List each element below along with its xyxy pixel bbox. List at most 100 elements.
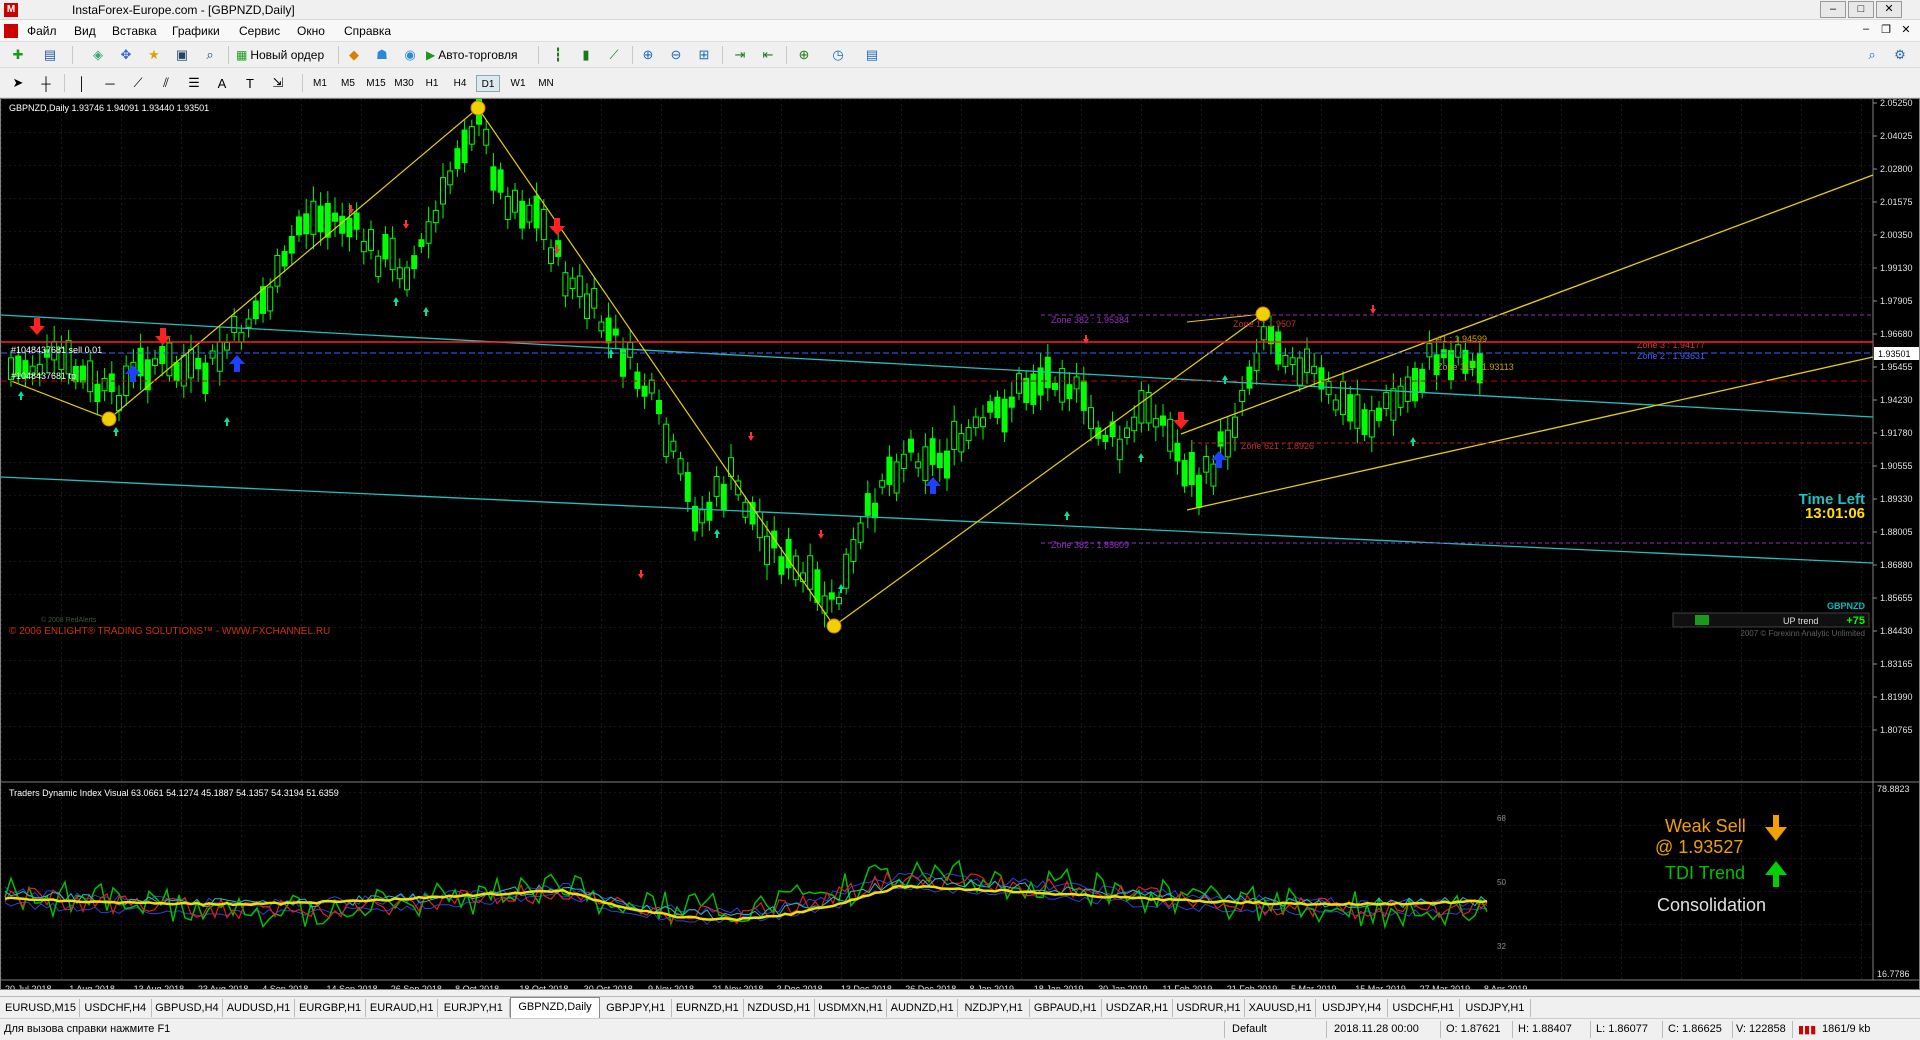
chart-tab[interactable]: XAUUSD,H1 <box>1245 999 1317 1017</box>
candle-body <box>440 177 446 205</box>
zone-label-2: Zone 2 : 1.93631 <box>1637 351 1705 361</box>
candle-body <box>893 461 900 494</box>
zoom-out-icon[interactable]: ⊖ <box>666 46 686 64</box>
timeframe-m1[interactable]: M1 <box>308 75 332 92</box>
timeframe-mn[interactable]: MN <box>534 75 558 92</box>
chart-tab[interactable]: USDJPY,H1 <box>1460 999 1532 1017</box>
timeframe-w1[interactable]: W1 <box>506 75 530 92</box>
line-chart-icon[interactable]: ⟋ <box>604 46 624 64</box>
settings-icon[interactable]: ⚙ <box>1890 46 1910 64</box>
chart-window[interactable]: GBPNZD,Daily 1.93746 1.94091 1.93440 1.9… <box>0 86 1920 994</box>
up-trend-label: UP trend <box>1783 616 1818 626</box>
terminal-icon[interactable]: ▣ <box>172 46 192 64</box>
search-icon[interactable]: ⌕ <box>1862 46 1882 64</box>
menu-view[interactable]: Вид <box>74 24 96 38</box>
candle-body <box>310 200 317 235</box>
indicators-icon[interactable]: ⊕ <box>794 46 814 64</box>
candle-body <box>864 493 871 516</box>
consolidation-label: Consolidation <box>1657 895 1766 915</box>
fibonacci-icon[interactable]: ☰ <box>184 74 204 92</box>
chart-tab[interactable]: GBPNZD,Daily <box>509 997 601 1018</box>
zoom-in-icon[interactable]: ⊕ <box>638 46 658 64</box>
timeframe-h4[interactable]: H4 <box>448 75 472 92</box>
date-tick: 5 Mar 2019 <box>1291 984 1337 989</box>
chart-tab[interactable]: USDJPY,H4 <box>1316 999 1388 1017</box>
timeframe-h1[interactable]: H1 <box>420 75 444 92</box>
horizontal-line-icon[interactable]: ─ <box>100 74 120 92</box>
chart-tab[interactable]: EURAUD,H1 <box>366 999 438 1017</box>
text-label-icon[interactable]: T <box>240 74 260 92</box>
bar-chart-icon[interactable]: ┇ <box>548 46 568 64</box>
auto-trading-button[interactable]: ▶ Авто-торговля <box>426 46 534 64</box>
chart-tab[interactable]: NZDUSD,H1 <box>744 999 816 1017</box>
chart-tab[interactable]: EURNZD,H1 <box>672 999 744 1017</box>
price-chart[interactable]: GBPNZD,Daily 1.93746 1.94091 1.93440 1.9… <box>0 86 1919 994</box>
chart-tab[interactable]: GBPUSD,H4 <box>152 999 224 1017</box>
profiles-icon[interactable]: ▤ <box>40 46 60 64</box>
chart-tab[interactable]: EURUSD,M15 <box>2 999 80 1017</box>
chart-tab[interactable]: GBPJPY,H1 <box>600 999 672 1017</box>
signals-icon[interactable]: ◉ <box>400 46 420 64</box>
chart-tab[interactable]: EURGBP,H1 <box>295 999 367 1017</box>
chart-tab[interactable]: EURJPY,H1 <box>438 999 510 1017</box>
data-window-icon[interactable]: ✥ <box>116 46 136 64</box>
strategy-tester-icon[interactable]: ⌕ <box>200 46 220 64</box>
candle-body <box>360 240 367 253</box>
chart-tab[interactable]: AUDUSD,H1 <box>223 999 295 1017</box>
chart-tab[interactable]: USDRUR,H1 <box>1173 999 1245 1017</box>
mdi-restore-button[interactable]: ❐ <box>1878 23 1894 38</box>
tile-windows-icon[interactable]: ⊞ <box>694 46 714 64</box>
mdi-close-button[interactable]: ✕ <box>1898 23 1914 38</box>
chart-tab[interactable]: NZDJPY,H1 <box>958 999 1030 1017</box>
menu-tools[interactable]: Сервис <box>239 24 280 38</box>
price-tick: 2.02800 <box>1880 164 1913 174</box>
chart-tab[interactable]: USDMXN,H1 <box>815 999 887 1017</box>
candle-body <box>742 501 749 518</box>
timeframe-m30[interactable]: M30 <box>392 75 416 92</box>
candle-body <box>879 480 886 488</box>
timeframe-d1[interactable]: D1 <box>476 75 500 92</box>
vertical-line-icon[interactable]: │ <box>72 74 92 92</box>
menu-bar: Файл Вид Вставка Графики Сервис Окно Спр… <box>0 20 1920 42</box>
new-order-button[interactable]: ▦ Новый ордер <box>236 46 334 64</box>
close-button[interactable]: ✕ <box>1876 1 1902 18</box>
periods-icon[interactable]: ◷ <box>828 46 848 64</box>
mdi-minimize-button[interactable]: – <box>1858 23 1874 38</box>
channel-icon[interactable]: ⫽ <box>156 74 176 92</box>
candle-body <box>1196 474 1202 508</box>
cursor-icon[interactable]: ➤ <box>8 74 28 92</box>
trendline-icon[interactable]: ⟋ <box>128 74 148 92</box>
metaeditor-icon[interactable]: ◆ <box>344 46 364 64</box>
menu-insert[interactable]: Вставка <box>112 24 157 38</box>
timeframe-m5[interactable]: M5 <box>336 75 360 92</box>
status-profile: Default <box>1232 1023 1267 1035</box>
maximize-button[interactable]: □ <box>1848 1 1874 18</box>
candlestick-icon[interactable]: ▮ <box>576 46 596 64</box>
timeframe-m15[interactable]: M15 <box>364 75 388 92</box>
chart-tab[interactable]: AUDNZD,H1 <box>887 999 959 1017</box>
new-chart-icon[interactable]: ✚ <box>8 46 28 64</box>
chart-tab[interactable]: USDCHF,H4 <box>80 999 152 1017</box>
market-watch-icon[interactable]: ◈ <box>88 46 108 64</box>
chart-tab[interactable]: USDZAR,H1 <box>1102 999 1174 1017</box>
menu-charts[interactable]: Графики <box>172 24 220 38</box>
price-tick: 1.97905 <box>1880 296 1913 306</box>
text-icon[interactable]: A <box>212 74 232 92</box>
community-icon[interactable]: ☗ <box>372 46 392 64</box>
candle-body <box>1138 390 1145 424</box>
minimize-button[interactable]: – <box>1820 1 1846 18</box>
price-tick: 1.90555 <box>1880 461 1913 471</box>
auto-scroll-icon[interactable]: ⇥ <box>730 46 750 64</box>
chart-shift-icon[interactable]: ⇤ <box>758 46 778 64</box>
menu-file[interactable]: Файл <box>27 24 57 38</box>
chart-tab[interactable]: GBPAUD,H1 <box>1030 999 1102 1017</box>
chart-tab[interactable]: USDCHF,H1 <box>1388 999 1460 1017</box>
crosshair-icon[interactable]: ┼ <box>36 74 56 92</box>
candle-body <box>1311 365 1318 375</box>
arrows-icon[interactable]: ⇲ <box>268 74 288 92</box>
navigator-icon[interactable]: ★ <box>144 46 164 64</box>
date-tick: 8 Jan 2019 <box>970 984 1015 989</box>
menu-help[interactable]: Справка <box>344 24 391 38</box>
menu-window[interactable]: Окно <box>297 24 325 38</box>
templates-icon[interactable]: ▤ <box>862 46 882 64</box>
